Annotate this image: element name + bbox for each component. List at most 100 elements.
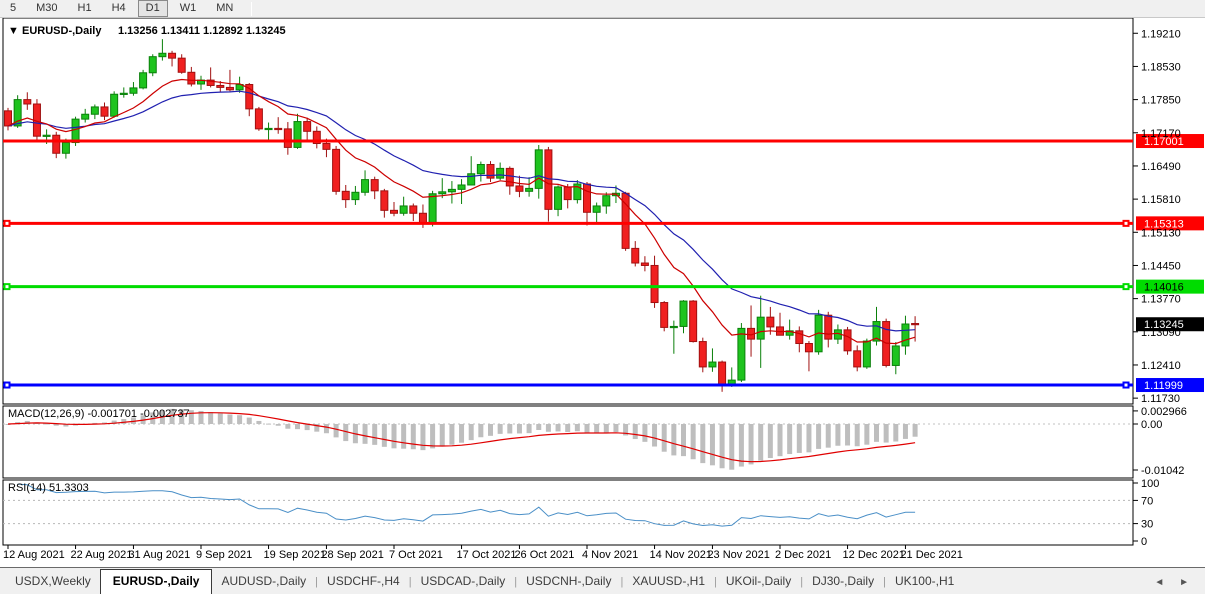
macd-histogram-bar [256,420,262,424]
macd-histogram-bar [738,424,744,467]
price-axis-tick: 1.15810 [1141,194,1181,206]
macd-histogram-bar [835,424,841,446]
macd-histogram-bar [237,415,243,424]
candle [254,106,263,131]
chart-title: ▼ EURUSD-,Daily 1.13256 1.13411 1.12892 … [8,25,286,37]
macd-histogram-bar [777,424,783,457]
tab-audusd-daily[interactable]: AUDUSD-,Daily [212,570,315,594]
macd-histogram-bar [825,424,831,448]
candle [843,326,852,355]
date-axis-label: 17 Oct 2021 [457,549,517,561]
date-axis-label: 7 Oct 2021 [389,549,443,561]
macd-histogram-bar [333,424,339,438]
macd-histogram-bar [902,424,908,439]
macd-histogram-bar [574,424,580,432]
macd-histogram-bar [681,424,686,457]
candle [862,338,871,369]
macd-histogram-bar [912,424,918,437]
macd-histogram-bar [787,424,793,455]
timeframe-button-5[interactable]: 5 [2,0,24,17]
chart-title-ohlc: 1.13256 1.13411 1.12892 1.13245 [118,25,286,37]
macd-histogram-bar [323,424,329,434]
svg-text:1.11999: 1.11999 [1144,380,1183,392]
date-axis-label: 26 Oct 2021 [514,549,574,561]
candle [660,301,669,332]
macd-axis-tick: -0.01042 [1141,465,1184,477]
macd-histogram-bar [516,424,522,434]
macd-histogram-bar [893,424,899,442]
macd-histogram-bar [507,424,513,434]
tab-ukoil-daily[interactable]: UKOil-,Daily [717,570,800,594]
macd-histogram-bar [845,424,851,446]
chart-area[interactable]: 1.170011.153131.140161.119991.13245 1.19… [0,18,1205,567]
macd-histogram-bar [381,424,387,447]
macd-histogram-bar [594,424,600,434]
date-axis-label: 19 Sep 2021 [264,549,326,561]
macd-histogram-bar [526,424,532,434]
macd-histogram-bar [420,424,426,451]
macd-histogram-bar [854,424,860,447]
rsi-axis-tick: 70 [1141,495,1153,507]
price-axis-tick: 1.13770 [1141,294,1181,306]
macd-histogram-bar [806,424,812,453]
macd-histogram-bar [584,424,590,433]
macd-histogram-bar [883,424,889,443]
macd-histogram-bar [864,424,870,445]
date-axis-label: 9 Sep 2021 [196,549,252,561]
price-axis-tick: 1.14450 [1141,260,1181,272]
macd-histogram-bar [545,424,551,432]
macd-histogram-bar [729,424,735,470]
rsi-pane[interactable] [2,479,1134,546]
macd-histogram-bar [816,424,822,449]
date-axis-label: 22 Aug 2021 [71,549,133,561]
tab-xauusd-h1[interactable]: XAUUSD-,H1 [623,570,714,594]
macd-histogram-bar [439,424,445,447]
macd-histogram-bar [603,424,609,433]
timeframe-button-d1[interactable]: D1 [137,0,168,17]
tab-usdcnh-daily[interactable]: USDCNH-,Daily [517,570,620,594]
tab-usdchf-h4[interactable]: USDCHF-,H4 [318,570,409,594]
dropdown-icon[interactable]: ▼ [8,25,19,37]
timeframe-button-h1[interactable]: H1 [70,0,100,17]
price-axis-tick: 1.16490 [1141,161,1181,173]
tab-eurusd-daily[interactable]: EURUSD-,Daily [99,569,213,594]
date-axis-label: 12 Dec 2021 [843,549,905,561]
macd-histogram-bar [652,424,658,447]
candle [814,309,823,355]
toolbar-separator [251,1,253,16]
timeframe-button-m30[interactable]: M30 [28,0,65,17]
date-axis-label: 2 Dec 2021 [775,549,831,561]
price-axis-tick: 1.13090 [1141,327,1181,339]
macd-histogram-bar [208,412,214,424]
tab-usdx-weekly[interactable]: USDX,Weekly [6,570,100,594]
macd-histogram-bar [391,424,397,449]
price-axis-tick: 1.19210 [1141,28,1181,40]
tab-dj30-daily[interactable]: DJ30-,Daily [803,570,883,594]
date-axis-label: 21 Dec 2021 [900,549,962,561]
main-price-pane[interactable] [2,18,1134,405]
macd-histogram-bar [295,424,300,430]
timeframe-button-h4[interactable]: H4 [104,0,134,17]
price-axis-tick: 1.17850 [1141,95,1181,107]
tab-usdcad-daily[interactable]: USDCAD-,Daily [412,570,515,594]
date-axis-label: 23 Nov 2021 [707,549,769,561]
macd-histogram-bar [709,424,715,466]
price-axis-tick: 1.17170 [1141,128,1181,140]
macd-histogram-bar [874,424,879,442]
rsi-indicator-label: RSI(14) 51.3303 [8,482,89,494]
timeframe-toolbar: 5 M30 H1 H4 D1 W1 MN [0,0,1205,18]
macd-histogram-bar [536,424,542,431]
timeframe-button-mn[interactable]: MN [208,0,241,17]
macd-histogram-bar [661,424,667,452]
macd-histogram-bar [275,424,281,426]
timeframe-button-w1[interactable]: W1 [172,0,205,17]
candle [737,323,746,383]
macd-histogram-bar [227,414,233,424]
candle [332,145,341,195]
candle [139,69,148,90]
tab-uk100-h1[interactable]: UK100-,H1 [886,570,963,594]
tab-scroll-arrows[interactable]: ◄ ► [1154,577,1205,594]
rsi-axis-tick: 0 [1141,536,1147,548]
macd-histogram-bar [613,424,619,433]
macd-histogram-bar [459,424,465,443]
